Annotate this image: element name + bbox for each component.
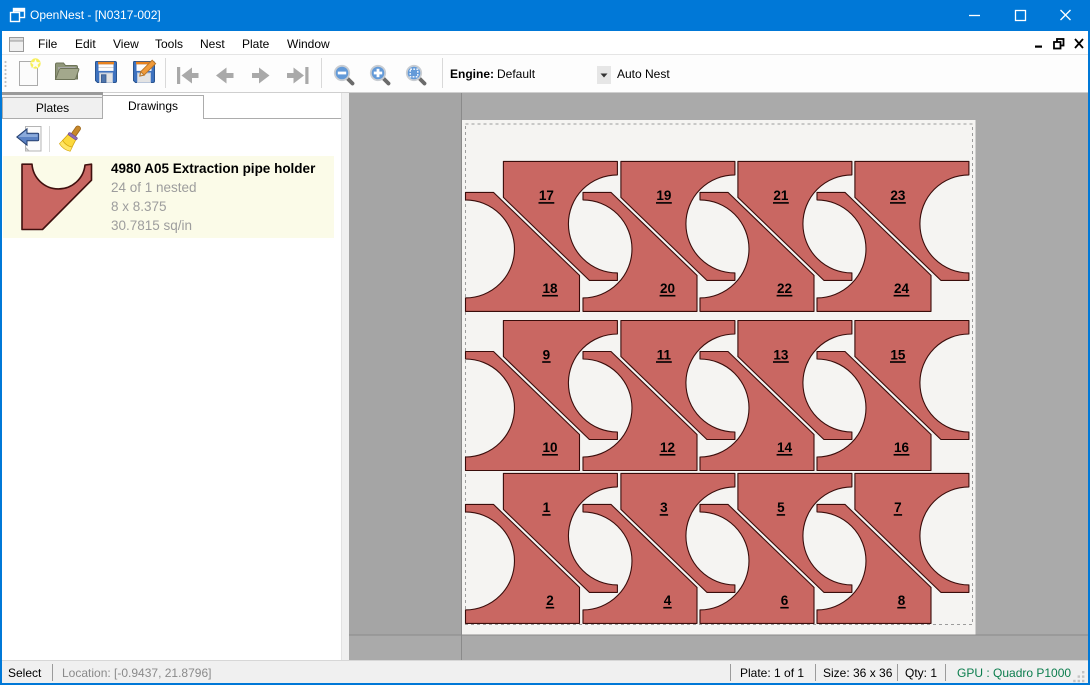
svg-text:5: 5 <box>777 500 785 515</box>
svg-text:15: 15 <box>890 347 906 362</box>
svg-text:4: 4 <box>664 593 672 608</box>
svg-text:9: 9 <box>543 347 551 362</box>
svg-text:22: 22 <box>777 281 792 296</box>
svg-text:18: 18 <box>542 281 558 296</box>
svg-text:17: 17 <box>539 188 554 203</box>
svg-text:19: 19 <box>656 188 671 203</box>
svg-text:13: 13 <box>773 347 789 362</box>
svg-text:11: 11 <box>657 347 672 362</box>
svg-text:7: 7 <box>894 500 902 515</box>
svg-text:3: 3 <box>660 500 668 515</box>
svg-text:24: 24 <box>894 281 910 296</box>
svg-text:6: 6 <box>781 593 789 608</box>
svg-text:14: 14 <box>777 440 793 455</box>
svg-text:21: 21 <box>773 188 789 203</box>
svg-text:1: 1 <box>543 500 551 515</box>
svg-text:16: 16 <box>894 440 910 455</box>
svg-text:10: 10 <box>542 440 557 455</box>
svg-text:2: 2 <box>546 593 554 608</box>
svg-text:23: 23 <box>890 188 906 203</box>
svg-text:20: 20 <box>660 281 675 296</box>
svg-text:12: 12 <box>660 440 675 455</box>
svg-text:8: 8 <box>898 593 906 608</box>
